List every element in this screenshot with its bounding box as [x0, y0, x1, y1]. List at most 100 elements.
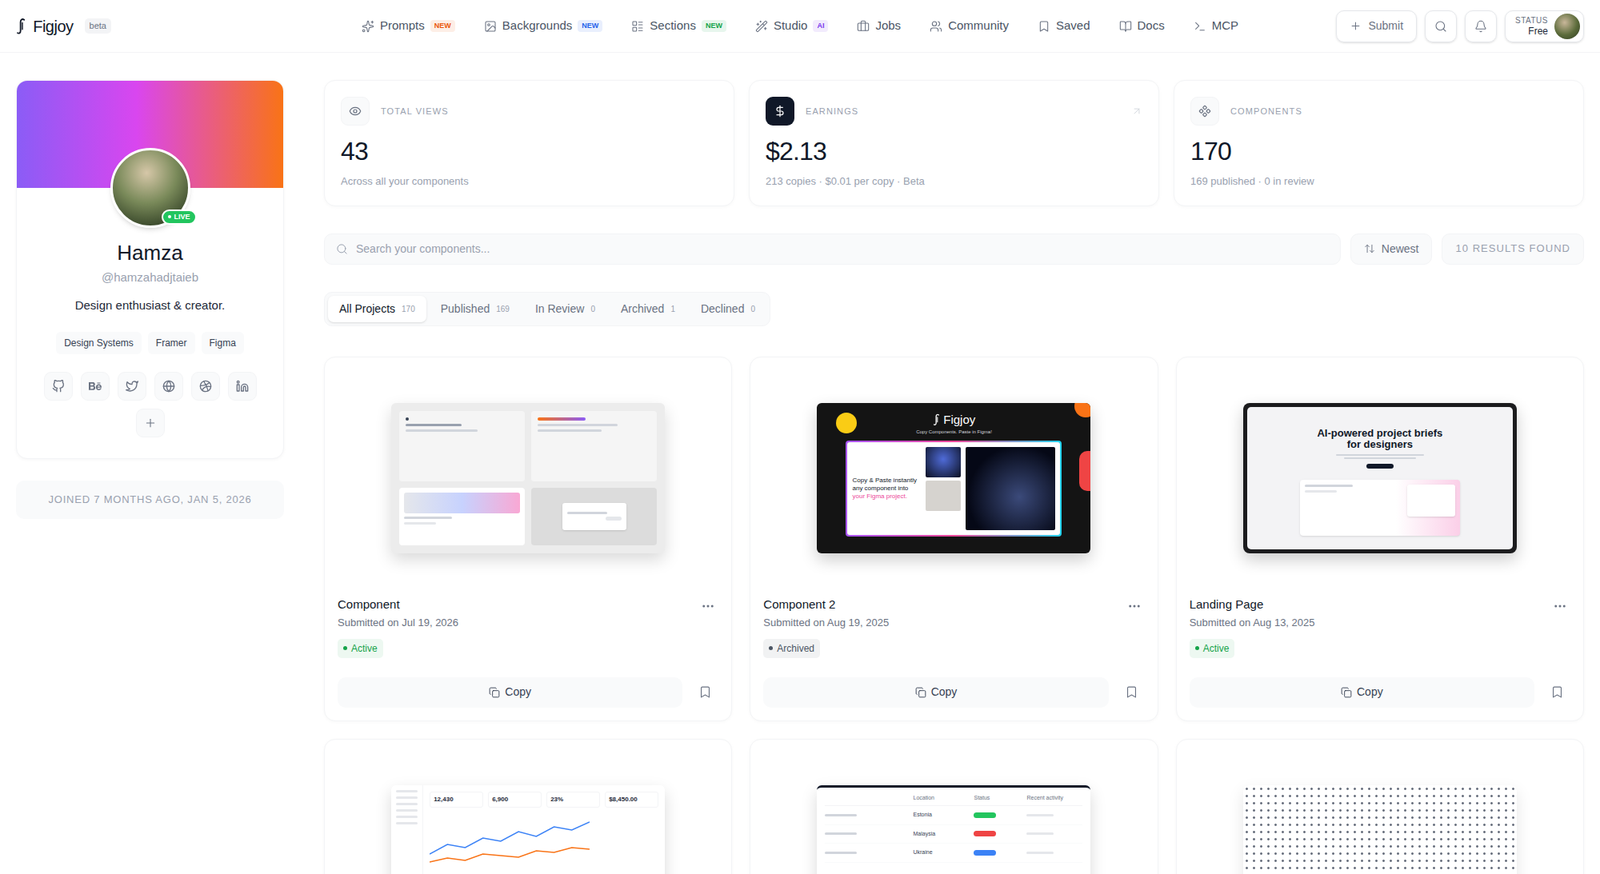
dribbble-icon [199, 380, 212, 393]
table-preview: LocationStatusRecent activityEstoniaMala… [816, 785, 1091, 874]
filter-tab[interactable]: Published169 [429, 296, 521, 323]
nav-item[interactable]: StudioAI [755, 16, 829, 36]
dollar-icon [773, 104, 787, 118]
project-status: Archived [763, 639, 820, 659]
row-status [973, 812, 996, 819]
search-button[interactable] [1424, 10, 1457, 43]
project-card[interactable]: AI-powered project briefs for designers L… [1176, 356, 1584, 722]
bookmark-button[interactable] [1118, 685, 1145, 700]
project-preview[interactable] [1189, 752, 1571, 874]
filter-tab[interactable]: Declined0 [689, 296, 767, 323]
nav-item[interactable]: MCP [1193, 16, 1239, 36]
search-icon [1434, 20, 1448, 33]
linkedin-icon [236, 380, 249, 393]
stat-caption: 213 copies · $0.01 per copy · Beta [765, 173, 1143, 190]
live-badge: LIVE [161, 209, 196, 226]
profile-bio: Design enthusiast & creator. [75, 296, 226, 316]
nav-icon [1193, 20, 1207, 33]
nav-item[interactable]: PromptsNEW [361, 16, 456, 36]
stat-label: EARNINGS [805, 104, 859, 119]
filter-count: 1 [670, 303, 676, 316]
user-avatar[interactable] [1554, 13, 1580, 40]
project-preview[interactable]: LocationStatusRecent activityEstoniaMala… [763, 752, 1144, 874]
bookmark-icon [1550, 685, 1564, 700]
promo-logo: Figjoy [943, 411, 976, 430]
project-card[interactable]: 12,4306,90023%$8,450.00 [324, 739, 732, 874]
status-pill[interactable]: STATUSFree [1504, 10, 1584, 43]
projects-grid: ComponentSubmitted on Jul 19, 2026Active… [324, 356, 1584, 874]
profile-tag: Design Systems [56, 332, 142, 355]
stat-caption: Across all your components [340, 173, 718, 190]
nav-item[interactable]: Docs [1119, 16, 1165, 36]
filter-tab[interactable]: Archived1 [609, 296, 687, 323]
project-title: Landing Page [1189, 596, 1316, 615]
beta-badge: beta [84, 18, 112, 34]
copy-button[interactable]: Copy [1189, 677, 1535, 708]
filter-tabs: All Projects170Published169In Review0Arc… [324, 292, 771, 327]
social-link[interactable] [80, 372, 110, 401]
copy-icon [1340, 687, 1352, 699]
row-status [973, 831, 996, 837]
table-row: Estonia [824, 806, 1083, 826]
stat-value: 170 [1190, 138, 1568, 164]
nav-item[interactable]: Community [929, 16, 1009, 36]
analytics-preview: 12,4306,90023%$8,450.00 [391, 785, 665, 874]
project-card[interactable] [1176, 739, 1584, 874]
project-menu-button[interactable] [697, 599, 719, 614]
row-status [973, 850, 996, 856]
promo-headline: Copy & Paste instantly any component int… [852, 476, 921, 493]
sort-button[interactable]: Newest [1350, 233, 1433, 265]
nav-item[interactable]: Jobs [856, 16, 901, 36]
arrow-up-right-icon[interactable] [1131, 105, 1143, 117]
copy-button[interactable]: Copy [763, 677, 1108, 708]
search-icon [336, 243, 348, 256]
project-card[interactable]: ComponentSubmitted on Jul 19, 2026Active… [324, 356, 732, 722]
joined-date: JOINED 7 MONTHS AGO, JAN 5, 2026 [16, 480, 284, 520]
profile-card: LIVEHamza@hamzahadjtaiebDesign enthusias… [16, 80, 284, 460]
copy-button[interactable]: Copy [337, 677, 683, 708]
nav-item[interactable]: BackgroundsNEW [484, 16, 604, 36]
filter-count: 0 [750, 303, 756, 316]
bookmark-button[interactable] [1544, 685, 1571, 700]
submit-button[interactable]: Submit [1336, 10, 1417, 43]
project-preview[interactable] [337, 370, 719, 587]
project-title: Component 2 [763, 596, 889, 615]
twitter-icon [125, 380, 139, 393]
nav-badge: NEW [430, 20, 456, 33]
bookmark-button[interactable] [692, 685, 719, 700]
project-menu-button[interactable] [1549, 599, 1571, 614]
profile-handle: @hamzahadjtaieb [101, 268, 199, 288]
project-card[interactable]: LocationStatusRecent activityEstoniaMala… [749, 739, 1158, 874]
project-preview[interactable]: FigjoyCopy Components. Paste in Figma!Co… [763, 370, 1144, 587]
social-link[interactable] [191, 372, 220, 401]
search-field[interactable]: Search your components... [324, 233, 1341, 265]
stat-card: TOTAL VIEWS43Across all your components [324, 80, 735, 207]
filter-tab[interactable]: In Review0 [524, 296, 607, 323]
nav-item[interactable]: Saved [1037, 16, 1091, 36]
table-row: Malaysia [824, 825, 1083, 845]
stat-value: $2.13 [765, 138, 1143, 164]
social-link[interactable] [117, 372, 147, 401]
plus-icon [1349, 20, 1362, 32]
project-preview[interactable]: 12,4306,90023%$8,450.00 [337, 752, 719, 874]
social-link[interactable] [228, 372, 257, 401]
project-menu-button[interactable] [1124, 599, 1145, 614]
nav-item[interactable]: SectionsNEW [631, 16, 727, 36]
brand[interactable]: Figjoybeta [16, 14, 362, 39]
add-social-button[interactable] [136, 408, 165, 438]
notifications-button[interactable] [1464, 10, 1497, 43]
board-preview [391, 403, 665, 554]
more-icon [1552, 599, 1568, 614]
social-link[interactable] [154, 372, 184, 401]
project-preview[interactable]: AI-powered project briefs for designers [1189, 370, 1571, 587]
sort-icon [1364, 243, 1376, 255]
stat-card: COMPONENTS170169 published · 0 in review [1173, 80, 1584, 207]
status-value: Free [1528, 26, 1548, 36]
stats-row: TOTAL VIEWS43Across all your components E… [324, 80, 1584, 207]
project-date: Submitted on Aug 13, 2025 [1189, 615, 1316, 632]
landing-headline: AI-powered project briefs for designers [1316, 428, 1444, 452]
social-link[interactable] [44, 372, 73, 401]
filter-tab[interactable]: All Projects170 [328, 296, 427, 323]
logo-icon [932, 413, 941, 427]
project-card[interactable]: FigjoyCopy Components. Paste in Figma!Co… [749, 356, 1158, 722]
